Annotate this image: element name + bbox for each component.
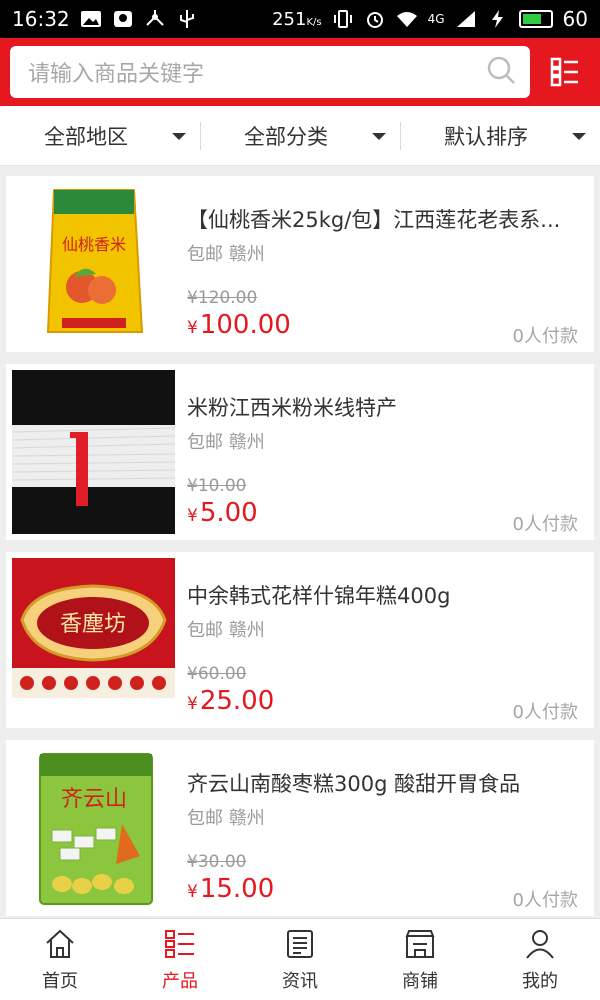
chevron-down-icon xyxy=(572,132,586,140)
store-icon xyxy=(405,929,435,958)
battery-level: 60 xyxy=(562,7,588,31)
tab-store[interactable]: 商铺 xyxy=(360,919,480,1000)
sales-count: 0人付款 xyxy=(512,326,578,347)
product-image-text: 齐云山 xyxy=(61,787,127,812)
product-card[interactable]: 仙桃香米 【仙桃香米25kg/包】江西莲花老表系... 包邮 赣州 ¥120.0… xyxy=(6,176,594,352)
product-list[interactable]: 仙桃香米 【仙桃香米25kg/包】江西莲花老表系... 包邮 赣州 ¥120.0… xyxy=(0,166,600,918)
product-image-text: 仙桃香米 xyxy=(62,235,126,254)
product-shipping: 包邮 赣州 xyxy=(187,432,265,453)
news-icon xyxy=(287,929,313,958)
filter-region[interactable]: 全部地区 xyxy=(0,106,200,166)
product-image-jujube-cake[interactable]: 齐云山 xyxy=(12,746,175,910)
product-title[interactable]: 【仙桃香米25kg/包】江西莲花老表系... xyxy=(187,204,582,234)
search-input[interactable]: 请输入商品关键字 xyxy=(10,46,531,98)
product-shipping: 包邮 赣州 xyxy=(187,808,265,829)
search-icon[interactable] xyxy=(486,55,516,89)
current-price: ¥25.00 xyxy=(187,686,275,716)
original-price: ¥120.00 xyxy=(187,288,258,308)
original-price: ¥60.00 xyxy=(187,664,247,684)
product-image-rice-noodles[interactable] xyxy=(12,370,175,534)
current-price: ¥100.00 xyxy=(187,310,291,340)
battery-icon xyxy=(518,10,553,28)
product-card[interactable]: 香塵坊 中余韩式花样什锦年糕400g 包邮 赣州 ¥60.00 ¥25.00 0… xyxy=(6,552,594,728)
product-shipping: 包邮 赣州 xyxy=(187,244,265,265)
tab-products[interactable]: 产品 xyxy=(120,919,240,1000)
chevron-down-icon xyxy=(372,132,386,140)
chat-notification-icon xyxy=(112,9,134,29)
filter-bar: 全部地区 全部分类 默认排序 xyxy=(0,106,600,166)
header: 请输入商品关键字 xyxy=(0,38,600,106)
filter-category[interactable]: 全部分类 xyxy=(200,106,400,166)
usb-icon xyxy=(176,9,198,29)
product-image-rice-cake[interactable]: 香塵坊 xyxy=(12,558,175,722)
vibrate-icon xyxy=(332,9,354,29)
current-price: ¥15.00 xyxy=(187,874,275,904)
sales-count: 0人付款 xyxy=(512,702,578,723)
list-icon xyxy=(165,929,194,958)
status-time: 16:32 xyxy=(12,7,70,31)
product-shipping: 包邮 赣州 xyxy=(187,620,265,641)
home-icon xyxy=(46,929,74,958)
original-price: ¥10.00 xyxy=(187,476,247,496)
status-bar: 16:32 251K/s 4G 60 xyxy=(0,0,600,38)
bottom-tab-bar: 首页 产品 资讯 商铺 我的 xyxy=(0,918,600,1000)
charging-icon xyxy=(487,9,509,29)
chevron-down-icon xyxy=(172,132,186,140)
filter-sort[interactable]: 默认排序 xyxy=(400,106,600,166)
product-image-text: 香塵坊 xyxy=(60,612,126,637)
product-title[interactable]: 米粉江西米粉米线特产 xyxy=(187,392,582,422)
image-notification-icon xyxy=(80,9,102,29)
tab-news[interactable]: 资讯 xyxy=(240,919,360,1000)
tab-home[interactable]: 首页 xyxy=(0,919,120,1000)
product-title[interactable]: 中余韩式花样什锦年糕400g xyxy=(187,580,582,610)
alarm-icon xyxy=(364,9,386,29)
network-type: 4G xyxy=(427,12,445,26)
product-image-rice-bag[interactable]: 仙桃香米 xyxy=(12,182,175,346)
sales-count: 0人付款 xyxy=(512,890,578,911)
current-price: ¥5.00 xyxy=(187,498,258,528)
tab-mine[interactable]: 我的 xyxy=(480,919,600,1000)
user-icon xyxy=(526,929,554,959)
search-placeholder: 请输入商品关键字 xyxy=(28,62,205,87)
product-card[interactable]: 米粉江西米粉米线特产 包邮 赣州 ¥10.00 ¥5.00 0人付款 xyxy=(6,364,594,540)
sales-count: 0人付款 xyxy=(512,514,578,535)
original-price: ¥30.00 xyxy=(187,852,247,872)
wifi-icon xyxy=(396,9,418,29)
grid-list-icon[interactable] xyxy=(540,46,590,98)
share-notification-icon xyxy=(144,9,166,29)
product-title[interactable]: 齐云山南酸枣糕300g 酸甜开胃食品 xyxy=(187,768,582,798)
signal-icon xyxy=(455,9,477,29)
network-speed: 251K/s xyxy=(272,8,322,30)
product-card[interactable]: 齐云山 齐云山南酸枣糕300g 酸甜开胃食品 包邮 赣州 ¥30.00 ¥15.… xyxy=(6,740,594,916)
